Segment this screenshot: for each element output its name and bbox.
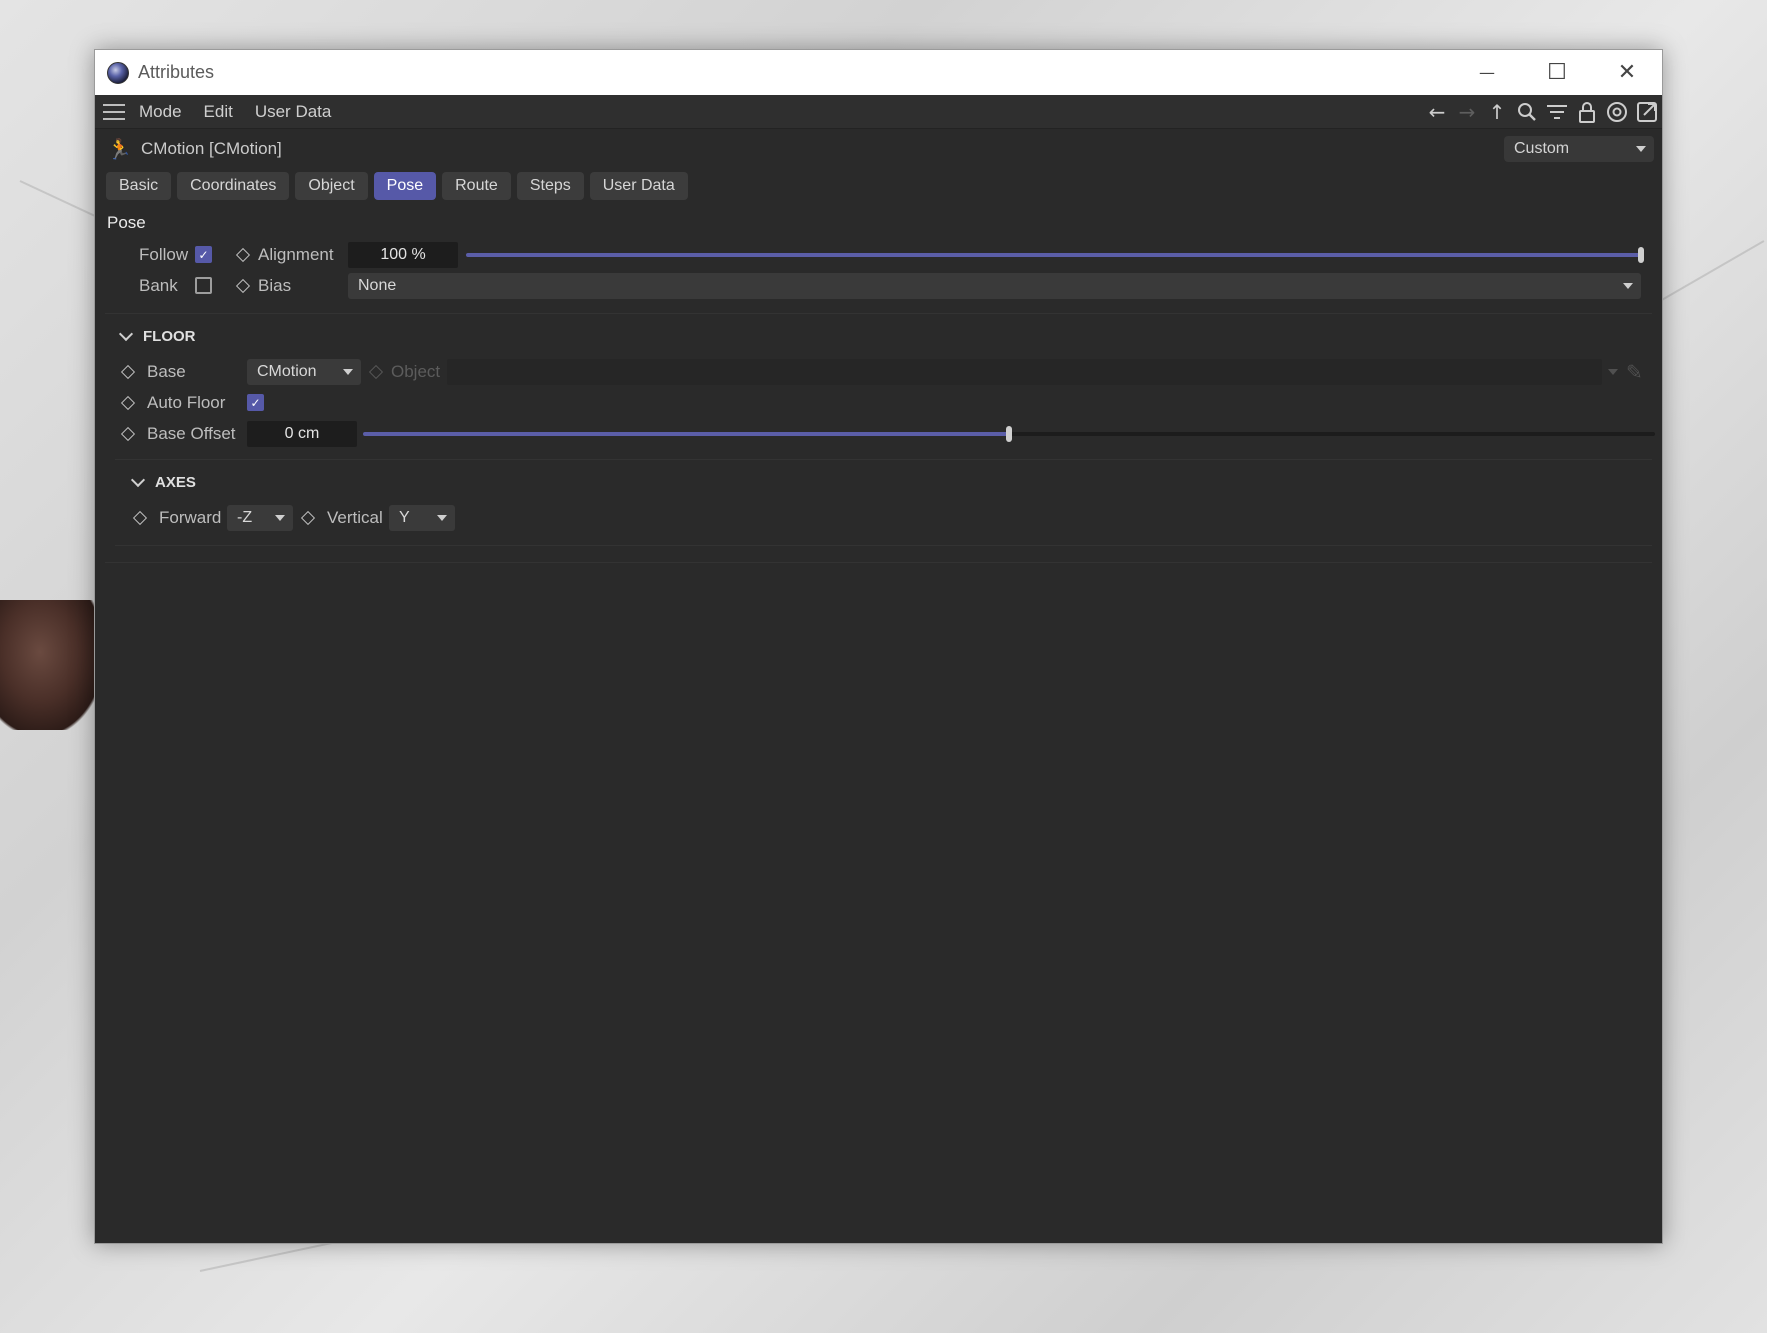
cmotion-walker-icon: 🏃	[107, 137, 132, 161]
tab-basic[interactable]: Basic	[106, 172, 172, 200]
alignment-input[interactable]: 100 %	[348, 241, 458, 268]
forward-label: Forward	[159, 507, 222, 527]
menu-user-data[interactable]: User Data	[255, 102, 332, 122]
chevron-down-icon	[1636, 146, 1646, 152]
alignment-slider-thumb[interactable]	[1638, 246, 1644, 263]
attributes-window: Attributes — ☐ ✕ Mode Edit User Data ← →…	[94, 49, 1663, 1244]
chevron-down-icon	[1623, 282, 1633, 289]
section-title-pose: Pose	[107, 213, 146, 232]
axes-title: AXES	[155, 473, 196, 491]
title-bar: Attributes — ☐ ✕	[95, 50, 1662, 95]
tab-route[interactable]: Route	[442, 172, 511, 200]
bias-label: Bias	[258, 275, 292, 295]
base-offset-slider[interactable]	[363, 425, 1655, 442]
alignment-slider-fill	[466, 252, 1641, 257]
tab-object[interactable]: Object	[295, 172, 368, 200]
base-dropdown[interactable]: CMotion	[247, 358, 361, 385]
base-keyframe-icon[interactable]	[120, 364, 136, 379]
app-icon	[107, 61, 129, 84]
pencil-icon: ✎	[1626, 359, 1643, 384]
search-icon[interactable]	[1514, 99, 1540, 125]
forward-value: -Z	[237, 508, 253, 526]
tab-coordinates[interactable]: Coordinates	[177, 172, 290, 200]
base-offset-label: Base Offset	[147, 423, 236, 443]
vertical-value: Y	[399, 508, 410, 526]
floor-title: FLOOR	[143, 327, 196, 345]
section-divider	[115, 545, 1652, 546]
follow-label: Follow	[139, 244, 189, 264]
alignment-label: Alignment	[258, 244, 334, 264]
vertical-dropdown[interactable]: Y	[389, 504, 455, 531]
forward-arrow-icon[interactable]: →	[1454, 99, 1480, 125]
chevron-down-icon	[118, 326, 134, 341]
window-controls: — ☐ ✕	[1452, 50, 1662, 95]
maximize-button[interactable]: ☐	[1522, 50, 1592, 95]
target-icon[interactable]	[1604, 99, 1630, 125]
up-arrow-icon[interactable]: ↑	[1484, 99, 1510, 125]
forward-dropdown[interactable]: -Z	[227, 504, 293, 531]
chevron-down-icon	[275, 514, 285, 521]
bias-keyframe-icon[interactable]	[235, 278, 251, 293]
section-divider	[105, 562, 1652, 563]
menu-mode[interactable]: Mode	[139, 102, 182, 122]
auto-floor-row: Auto Floor ✓	[95, 387, 1662, 418]
menu-edit[interactable]: Edit	[204, 102, 233, 122]
base-offset-slider-thumb[interactable]	[1006, 425, 1012, 442]
chevron-down-icon	[437, 514, 447, 521]
forward-keyframe-icon[interactable]	[132, 510, 148, 525]
tab-pose[interactable]: Pose	[373, 172, 437, 200]
tab-steps[interactable]: Steps	[516, 172, 584, 200]
hamburger-menu-icon[interactable]	[103, 103, 125, 120]
bias-value: None	[358, 276, 397, 294]
base-row: Base CMotion Object ✎	[95, 356, 1662, 387]
bias-dropdown[interactable]: None	[348, 272, 1641, 299]
floor-group-header[interactable]: FLOOR	[95, 320, 1662, 352]
filter-icon[interactable]	[1544, 99, 1570, 125]
base-offset-row: Base Offset 0 cm	[95, 418, 1662, 449]
menu-bar: Mode Edit User Data ← → ↑	[95, 95, 1662, 129]
alignment-slider[interactable]	[466, 246, 1644, 263]
close-button[interactable]: ✕	[1592, 50, 1662, 95]
window-title: Attributes	[138, 62, 215, 82]
vertical-label: Vertical	[327, 507, 383, 527]
base-offset-keyframe-icon[interactable]	[120, 426, 136, 441]
alignment-keyframe-icon[interactable]	[235, 247, 251, 262]
object-name: CMotion [CMotion]	[141, 139, 282, 158]
vertical-keyframe-icon[interactable]	[300, 510, 316, 525]
object-link-field	[447, 358, 1602, 385]
object-label: Object	[391, 361, 441, 381]
base-value: CMotion	[257, 362, 317, 380]
preset-value: Custom	[1514, 140, 1570, 157]
object-keyframe-icon	[368, 364, 384, 379]
chevron-down-icon	[130, 472, 146, 487]
base-label: Base	[147, 361, 186, 381]
section-divider	[105, 313, 1652, 314]
back-arrow-icon[interactable]: ←	[1424, 99, 1450, 125]
bank-checkbox[interactable]	[195, 277, 212, 294]
background-figure	[0, 600, 100, 730]
object-header: 🏃 CMotion [CMotion] Custom	[95, 129, 1662, 169]
marble-vein	[1659, 240, 1765, 302]
axes-row: Forward -Z Vertical Y	[95, 502, 1662, 533]
auto-floor-keyframe-icon[interactable]	[120, 395, 136, 410]
minimize-button[interactable]: —	[1452, 50, 1522, 95]
lock-icon[interactable]	[1574, 99, 1600, 125]
chevron-down-icon	[343, 368, 353, 375]
follow-alignment-row: Follow ✓ Alignment 100 %	[95, 239, 1662, 270]
chevron-down-icon	[1608, 368, 1618, 375]
base-offset-slider-fill	[363, 431, 1009, 436]
toolbar-icons: ← → ↑	[1424, 99, 1662, 125]
base-offset-input[interactable]: 0 cm	[247, 420, 357, 447]
section-divider	[115, 459, 1652, 460]
new-window-icon[interactable]	[1634, 99, 1660, 125]
axes-group-header[interactable]: AXES	[95, 466, 1662, 498]
follow-checkbox[interactable]: ✓	[195, 246, 212, 263]
tab-bar: Basic Coordinates Object Pose Route Step…	[95, 169, 1662, 203]
tab-user-data[interactable]: User Data	[589, 172, 688, 200]
bank-label: Bank	[139, 275, 178, 295]
bank-bias-row: Bank Bias None	[95, 270, 1662, 301]
preset-dropdown[interactable]: Custom	[1504, 136, 1654, 162]
auto-floor-label: Auto Floor	[147, 392, 226, 412]
auto-floor-checkbox[interactable]: ✓	[247, 394, 264, 411]
